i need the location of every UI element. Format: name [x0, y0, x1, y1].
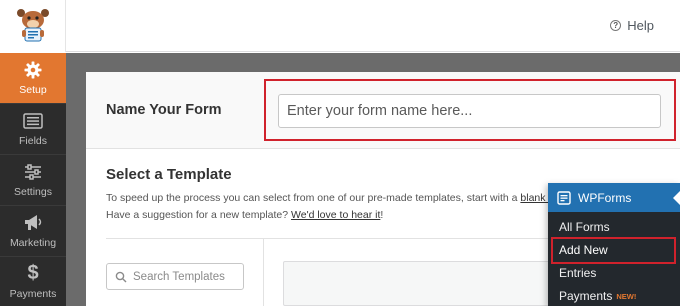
wpforms-admin-menu: WPForms All Forms Add New Entries Paymen…	[548, 183, 680, 306]
help-circle-icon: ?	[610, 20, 622, 31]
menu-item-payments[interactable]: Payments NEW!	[548, 285, 680, 306]
builder-sidebar: Setup Fields Settings Marketing $ Paymen…	[0, 53, 66, 306]
menu-pointer-icon	[673, 191, 680, 205]
menu-item-all-forms[interactable]: All Forms	[548, 216, 680, 239]
form-name-label: Name Your Form	[106, 102, 222, 118]
add-new-highlight	[551, 237, 676, 264]
sidebar-item-label: Marketing	[9, 236, 57, 249]
sidebar-item-fields[interactable]: Fields	[0, 104, 66, 155]
desc-line2-suffix: !	[380, 209, 384, 221]
wpforms-menu-title: WPForms	[578, 190, 632, 205]
help-label: Help	[627, 18, 654, 33]
megaphone-icon	[23, 214, 43, 232]
sidebar-item-setup[interactable]: Setup	[0, 53, 66, 104]
search-templates-input[interactable]: Search Templates	[106, 263, 244, 290]
bear-mascot-icon	[17, 9, 49, 42]
gear-icon	[23, 61, 43, 79]
suggest-template-link[interactable]: We'd love to hear it	[291, 209, 380, 221]
form-name-highlight	[264, 79, 676, 141]
menu-item-payments-label: Payments	[559, 289, 613, 303]
sidebar-item-label: Setup	[19, 83, 47, 96]
wpforms-menu-icon	[557, 190, 571, 205]
help-link[interactable]: ? Help	[610, 18, 654, 33]
sidebar-item-settings[interactable]: Settings	[0, 155, 66, 206]
select-template-title: Select a Template	[106, 166, 232, 183]
search-templates-placeholder: Search Templates	[133, 270, 225, 283]
sidebar-item-label: Fields	[18, 134, 47, 147]
desc-line1-text: To speed up the process you can select f…	[106, 192, 521, 204]
dollar-icon: $	[27, 262, 39, 284]
fields-icon	[23, 112, 43, 130]
sliders-icon	[23, 163, 43, 181]
menu-item-entries[interactable]: Entries	[548, 262, 680, 285]
form-name-input[interactable]	[278, 94, 661, 128]
sidebar-item-payments[interactable]: $ Payments	[0, 257, 66, 306]
search-icon	[115, 271, 127, 282]
new-badge: NEW!	[616, 292, 637, 301]
template-column-divider	[263, 239, 264, 306]
sidebar-item-label: Settings	[14, 185, 52, 198]
form-name-section: Name Your Form	[86, 72, 680, 149]
wpforms-menu-header[interactable]: WPForms	[548, 183, 680, 212]
wpforms-logo[interactable]	[0, 0, 66, 52]
template-description: To speed up the process you can select f…	[106, 190, 569, 224]
sidebar-item-label: Payments	[9, 287, 57, 300]
top-bar: ? Help	[0, 0, 680, 52]
sidebar-item-marketing[interactable]: Marketing	[0, 206, 66, 257]
desc-line2-text: Have a suggestion for a new template?	[106, 209, 292, 221]
